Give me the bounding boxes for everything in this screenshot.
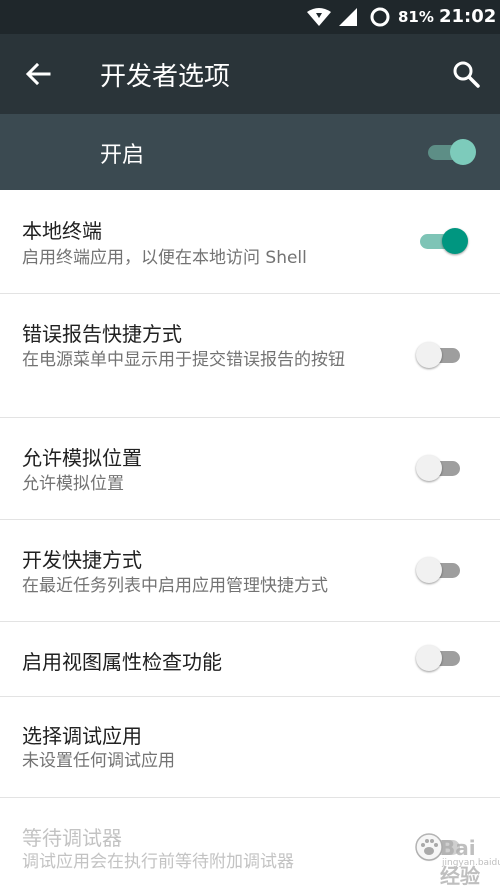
back-arrow-icon[interactable] <box>24 60 52 88</box>
toggle-thumb <box>450 139 476 165</box>
setting-select-debug-app[interactable]: 选择调试应用 未设置任何调试应用 <box>0 697 500 798</box>
master-switch-label: 开启 <box>100 143 145 168</box>
setting-title: 错误报告快捷方式 <box>22 322 182 346</box>
page-title: 开发者选项 <box>100 62 231 92</box>
setting-summary: 在电源菜单中显示用于提交错误报告的按钮 <box>22 350 345 370</box>
setting-title: 等待调试器 <box>22 826 122 850</box>
bug-report-shortcut-toggle[interactable] <box>416 340 468 370</box>
setting-summary: 调试应用会在执行前等待附加调试器 <box>22 852 294 872</box>
master-toggle[interactable] <box>424 137 476 167</box>
setting-mock-location[interactable]: 允许模拟位置 允许模拟位置 <box>0 418 500 520</box>
setting-local-terminal[interactable]: 本地终端 启用终端应用，以便在本地访问 Shell <box>0 191 500 294</box>
toggle-thumb <box>416 645 442 671</box>
search-icon[interactable] <box>452 60 480 88</box>
setting-title: 选择调试应用 <box>22 724 142 748</box>
master-switch-bar[interactable]: 开启 <box>0 114 500 190</box>
setting-summary: 允许模拟位置 <box>22 474 124 494</box>
app-bar: 开发者选项 <box>0 34 500 114</box>
setting-title: 启用视图属性检查功能 <box>22 650 222 674</box>
watermark-url: jingyan.baidu.com <box>442 858 500 868</box>
setting-view-attribute-inspection[interactable]: 启用视图属性检查功能 <box>0 622 500 697</box>
development-shortcut-toggle[interactable] <box>416 555 468 585</box>
setting-summary: 未设置任何调试应用 <box>22 751 175 771</box>
cell-signal-icon <box>339 8 357 26</box>
setting-summary: 在最近任务列表中启用应用管理快捷方式 <box>22 576 328 596</box>
baidu-watermark: Bai 经验 jingyan.baidu.com <box>414 830 500 888</box>
local-terminal-toggle[interactable] <box>416 226 468 256</box>
view-attribute-inspection-toggle[interactable] <box>416 643 468 673</box>
battery-ring-icon <box>370 7 390 27</box>
status-bar: 81% 21:02 <box>0 0 500 34</box>
toggle-thumb <box>416 557 442 583</box>
battery-percent: 81% <box>398 8 434 26</box>
setting-bug-report-shortcut[interactable]: 错误报告快捷方式 在电源菜单中显示用于提交错误报告的按钮 <box>0 294 500 418</box>
wifi-icon <box>307 8 331 26</box>
toggle-thumb <box>416 342 442 368</box>
setting-title: 允许模拟位置 <box>22 446 142 470</box>
setting-summary: 启用终端应用，以便在本地访问 Shell <box>22 248 307 268</box>
toggle-thumb <box>442 228 468 254</box>
setting-development-shortcut[interactable]: 开发快捷方式 在最近任务列表中启用应用管理快捷方式 <box>0 520 500 622</box>
mock-location-toggle[interactable] <box>416 453 468 483</box>
setting-title: 本地终端 <box>22 219 102 243</box>
setting-title: 开发快捷方式 <box>22 548 142 572</box>
toggle-thumb <box>416 455 442 481</box>
clock: 21:02 <box>439 6 497 27</box>
